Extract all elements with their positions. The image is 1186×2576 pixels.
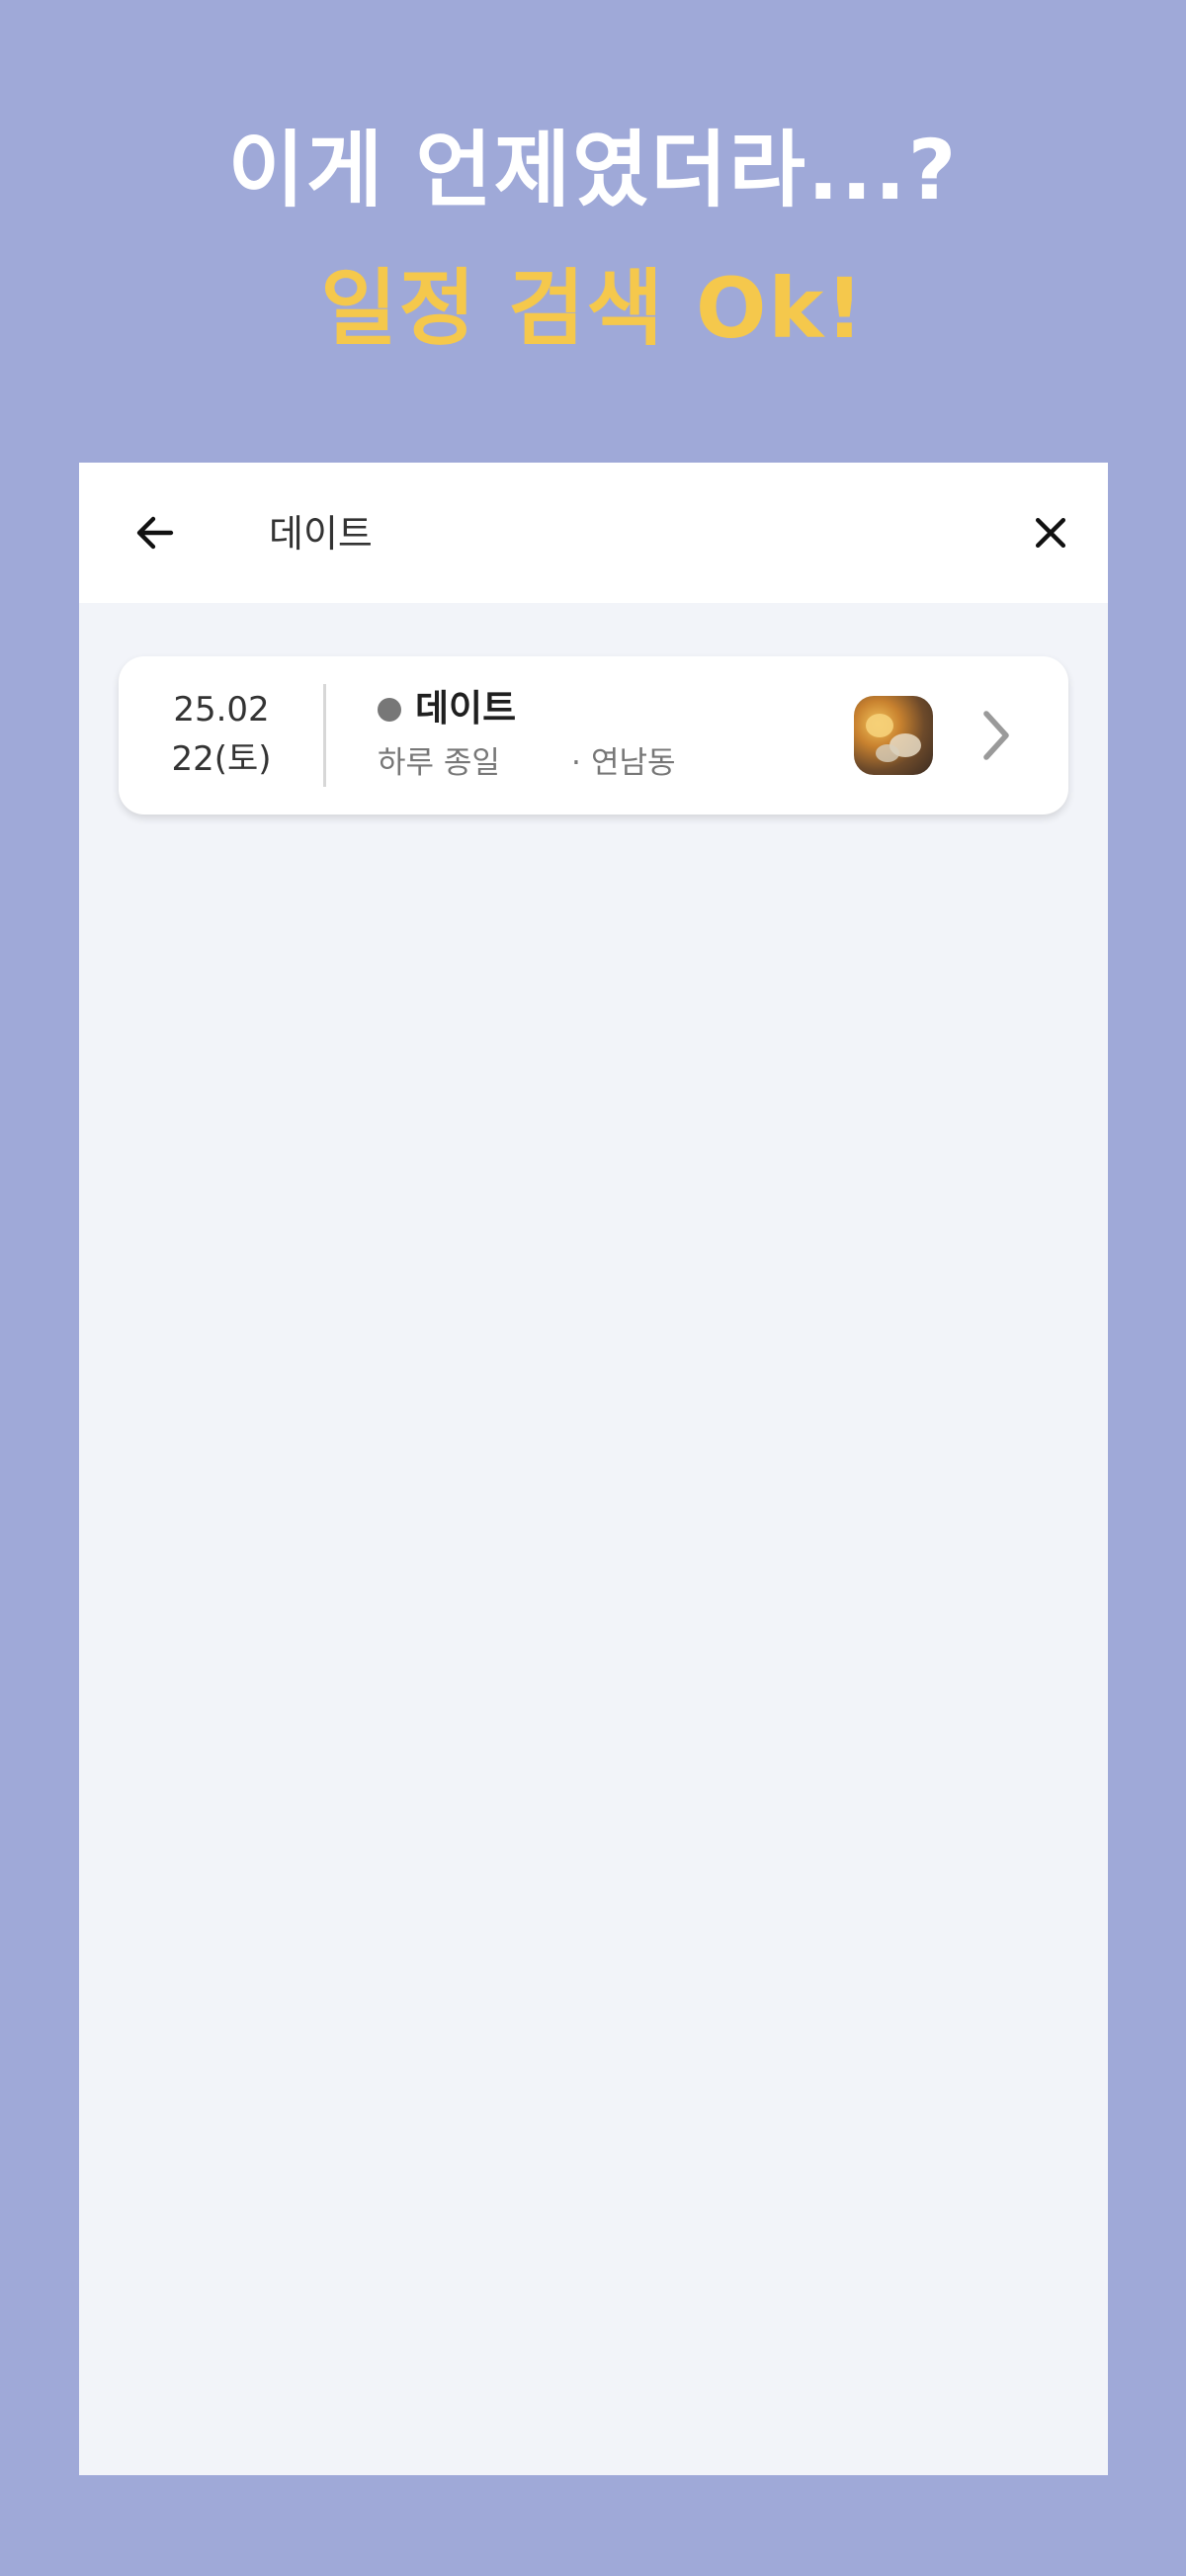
event-date-line1: 25.02: [173, 690, 270, 730]
divider: [323, 684, 326, 787]
photo-thumbnail: [854, 696, 933, 775]
promo-subheadline: 일정 검색 Ok!: [320, 260, 866, 357]
chevron-right-icon: [965, 704, 1028, 767]
back-button[interactable]: [121, 498, 190, 567]
event-location: 연남동: [591, 745, 676, 781]
event-detail-separator: ·: [571, 745, 581, 781]
event-title: 데이트: [415, 687, 517, 730]
promo-headline: 이게 언제였더라...?: [227, 122, 959, 218]
search-query[interactable]: 데이트: [269, 506, 373, 561]
event-date-line2: 22(토): [171, 739, 272, 779]
arrow-left-icon: [136, 516, 174, 550]
status-dot-icon: [378, 698, 401, 722]
clear-search-button[interactable]: [1016, 498, 1085, 567]
search-app-bar: 데이트: [79, 463, 1108, 603]
app-screen: 데이트 25.02 22(토) 데이트 하루 종일 · 연남동: [79, 463, 1108, 2475]
event-time: 하루 종일: [378, 745, 500, 781]
close-icon: [1035, 517, 1066, 549]
search-result-item[interactable]: 25.02 22(토) 데이트 하루 종일 · 연남동: [119, 656, 1068, 815]
event-date: 25.02 22(토): [119, 656, 324, 815]
